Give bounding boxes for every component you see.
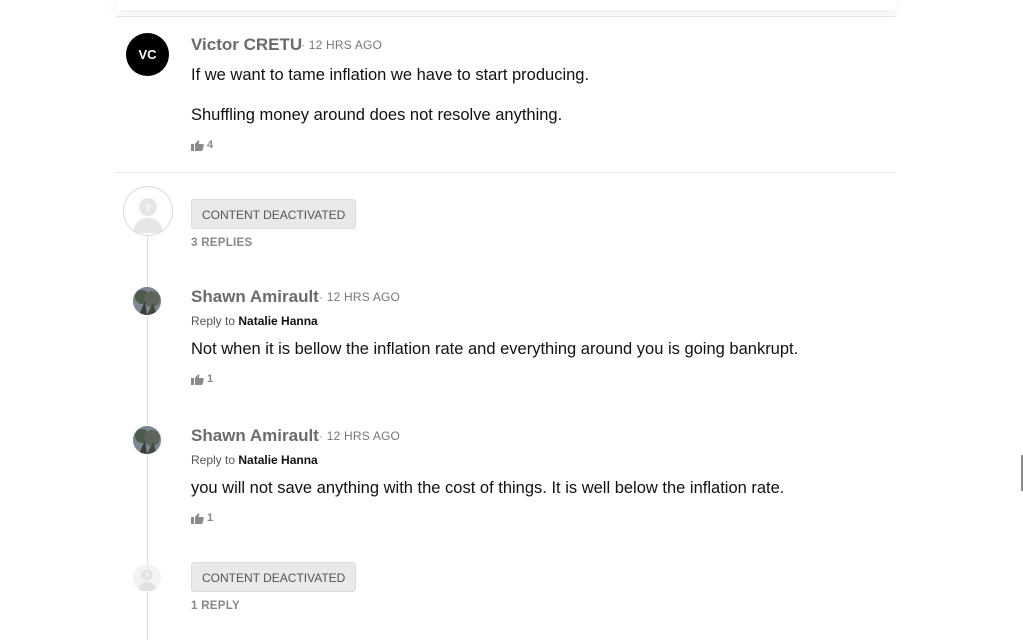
avatar-initials: VC <box>138 47 157 62</box>
anonymous-user-icon: ? <box>133 198 163 233</box>
comment-timestamp: · 12 HRS AGO <box>301 38 383 52</box>
avatar[interactable] <box>133 287 161 315</box>
content-deactivated-badge: CONTENT DEACTIVATED <box>191 562 357 592</box>
thumbs-up-icon <box>191 139 204 151</box>
avatar[interactable] <box>133 426 161 454</box>
replies-toggle[interactable]: 1 REPLY <box>191 600 240 612</box>
previous-comment-edge <box>116 0 896 10</box>
comment-divider <box>116 16 896 17</box>
comment-text: If we want to tame inflation we have to … <box>191 66 590 84</box>
thumbs-up-icon <box>191 512 204 524</box>
avatar-placeholder: ? <box>123 186 173 236</box>
svg-text:?: ? <box>145 573 149 580</box>
like-count: 1 <box>207 373 214 385</box>
thumbs-up-icon <box>191 373 204 385</box>
reply-to-label: Reply to <box>191 314 236 328</box>
comments-page: VC Victor CRETU · 12 HRS AGO If we want … <box>0 0 1023 640</box>
reply-author[interactable]: Shawn Amirault <box>191 287 319 307</box>
replies-toggle[interactable]: 3 REPLIES <box>191 237 253 249</box>
reply-text: Not when it is bellow the inflation rate… <box>191 340 799 358</box>
like-count: 4 <box>207 139 214 151</box>
like-count: 1 <box>207 512 214 524</box>
reply-to-name[interactable]: Natalie Hanna <box>238 453 317 467</box>
like-button[interactable]: 1 <box>191 512 213 524</box>
like-button[interactable]: 1 <box>191 373 213 385</box>
reply-text: you will not save anything with the cost… <box>191 479 785 497</box>
svg-text:?: ? <box>145 203 151 214</box>
reply-to-line: Reply to Natalie Hanna <box>191 453 318 467</box>
like-button[interactable]: 4 <box>191 139 213 151</box>
anonymous-user-icon: ? <box>138 569 156 591</box>
reply-timestamp: · 12 HRS AGO <box>319 290 401 304</box>
reply-timestamp: · 12 HRS AGO <box>319 429 401 443</box>
reply-to-label: Reply to <box>191 453 236 467</box>
comment-text: Shuffling money around does not resolve … <box>191 106 563 124</box>
avatar-photo <box>133 287 161 315</box>
avatar-photo <box>133 426 161 454</box>
reply-author[interactable]: Shawn Amirault <box>191 426 319 446</box>
avatar[interactable]: VC <box>126 33 169 76</box>
reply-to-line: Reply to Natalie Hanna <box>191 314 318 328</box>
comment-author[interactable]: Victor CRETU <box>191 35 302 55</box>
reply-to-name[interactable]: Natalie Hanna <box>238 314 317 328</box>
content-deactivated-badge: CONTENT DEACTIVATED <box>191 199 357 229</box>
avatar-placeholder: ? <box>133 564 161 592</box>
comment-divider <box>116 172 896 173</box>
